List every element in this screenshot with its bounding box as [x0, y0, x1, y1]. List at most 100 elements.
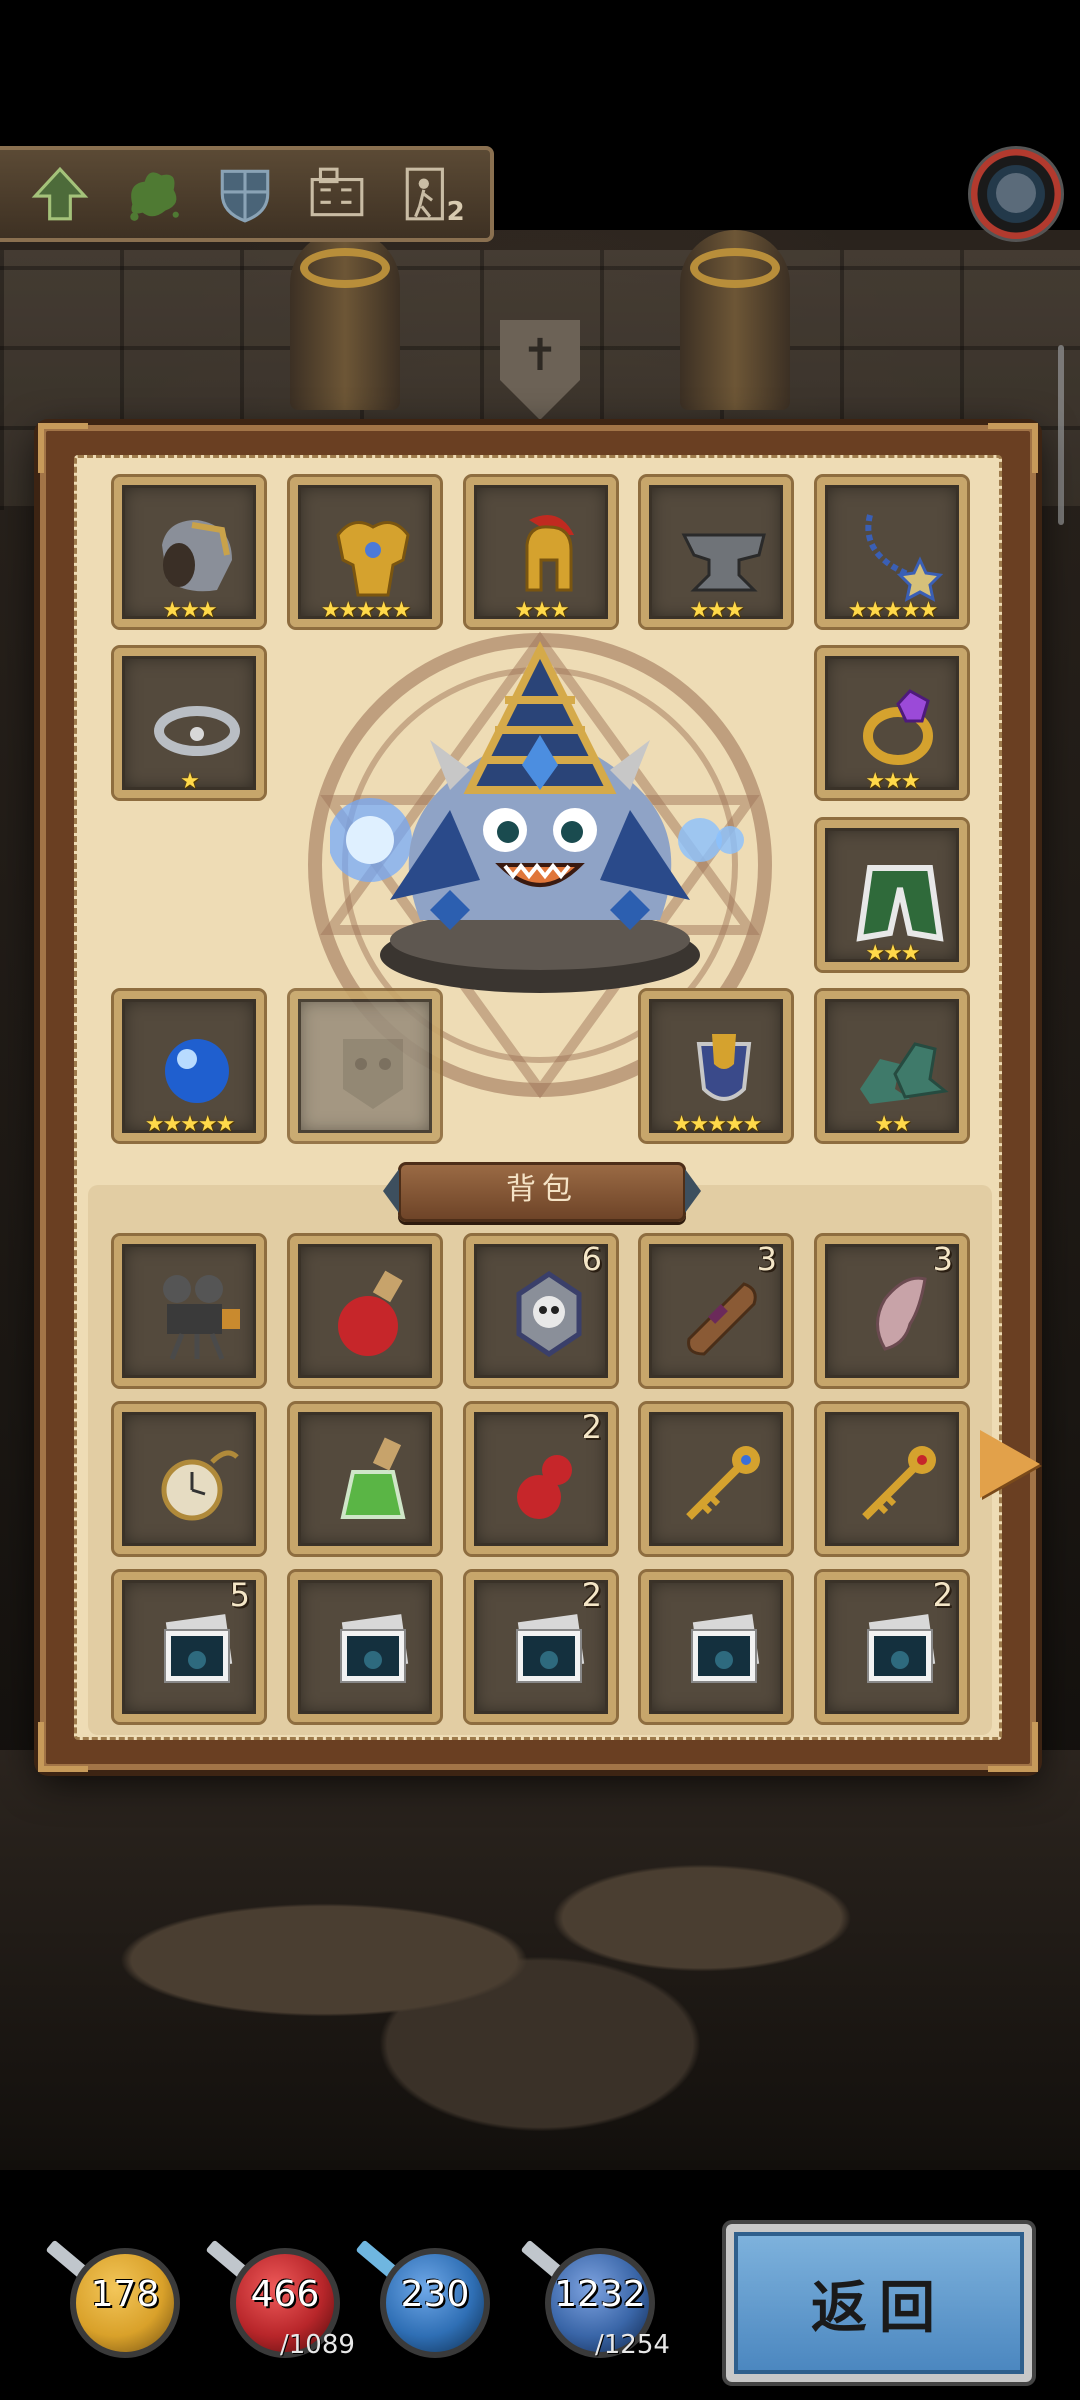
bag-item-photo-card[interactable]: 5: [111, 1569, 267, 1725]
pocket-watch-icon: [161, 1450, 239, 1521]
shield-button[interactable]: [210, 159, 280, 229]
orb-icon: [165, 1039, 229, 1103]
item-count: 3: [932, 1240, 953, 1278]
item-count: 2: [581, 1576, 602, 1614]
key-icon: [686, 1446, 760, 1520]
rubble-floor: [0, 1750, 1080, 2170]
star-rating: ★★: [874, 1112, 911, 1137]
next-page-arrow-icon[interactable]: [980, 1430, 1040, 1498]
resource-mana: 1232 /1254: [520, 2238, 670, 2360]
star-rating: ★★★★★: [671, 1112, 763, 1137]
map-button[interactable]: [302, 159, 372, 229]
star-rating: ★★★: [162, 598, 217, 623]
mana-max: /1254: [595, 2330, 670, 2360]
bag-title: 背包: [383, 1162, 701, 1222]
photo-card-icon: [164, 1614, 233, 1683]
resource-attack: 178: [45, 2238, 190, 2358]
red-potion-icon: [338, 1270, 403, 1356]
equip-slot-silver-ring[interactable]: ★: [111, 645, 267, 801]
resource-health: 466 /1089: [205, 2238, 355, 2360]
equip-slot-anvil[interactable]: ★★★: [638, 474, 794, 630]
equip-slot-blue-orb[interactable]: ★★★★★: [111, 988, 267, 1144]
equip-slot-fur-cloak[interactable]: ★★★: [814, 817, 970, 973]
bag-item-photo-card[interactable]: [638, 1569, 794, 1725]
splash-icon: [129, 172, 179, 221]
equip-slot-green-boots[interactable]: ★★: [814, 988, 970, 1144]
item-count: 5: [229, 1576, 250, 1614]
equip-slot-gem-ring[interactable]: ★★★: [814, 645, 970, 801]
empty-face-icon: [343, 1039, 403, 1109]
green-potion-icon: [340, 1437, 406, 1519]
quest-badge: 2: [446, 197, 465, 227]
star-rating: ★★★★★: [320, 598, 412, 623]
photo-card-icon: [867, 1614, 936, 1683]
shield-icon: [220, 169, 270, 223]
silver-ring-icon: [154, 706, 240, 756]
scroll-indicator: [1058, 345, 1064, 525]
ear-icon: [876, 1276, 927, 1351]
star-rating: ★★★★★: [144, 1112, 236, 1137]
item-count: 2: [581, 1408, 602, 1446]
health-value: 466: [250, 2274, 320, 2315]
health-max: /1089: [280, 2330, 355, 2360]
skull-emblem-icon: [516, 1270, 582, 1358]
bag-item-scroll[interactable]: 3: [638, 1233, 794, 1389]
magic-value: 230: [400, 2274, 470, 2315]
amulet-icon: [865, 514, 944, 602]
bag-item-pocket-watch[interactable]: [111, 1401, 267, 1557]
star-rating: ★★★: [865, 941, 920, 966]
slime-knight-monster: [330, 641, 744, 993]
gem-ring-icon: [863, 689, 933, 765]
photo-card-icon: [340, 1614, 409, 1683]
mana-value: 1232: [554, 2274, 646, 2315]
upgrade-button[interactable]: [25, 159, 95, 229]
bag-item-blue-key[interactable]: [638, 1401, 794, 1557]
splash-button[interactable]: [118, 159, 188, 229]
bag-item-red-potion[interactable]: [287, 1233, 443, 1389]
bag-item-elf-ear[interactable]: 3: [814, 1233, 970, 1389]
equip-slot-spartan-helmet[interactable]: ★★★: [463, 474, 619, 630]
pillar-right: [680, 230, 790, 410]
gourd-icon: [517, 1455, 572, 1519]
bag-item-skull-emblem[interactable]: 6: [463, 1233, 619, 1389]
resource-magic: 230: [355, 2238, 500, 2358]
photo-card-icon: [516, 1614, 585, 1683]
bag-item-film-camera[interactable]: [111, 1233, 267, 1389]
profile-avatar-button[interactable]: [968, 146, 1064, 242]
map-icon: [311, 167, 364, 217]
star-rating: ★: [180, 769, 200, 794]
equip-slot-trophy-badge[interactable]: ★★★★★: [638, 988, 794, 1144]
item-count: 2: [932, 1576, 953, 1614]
attack-value: 178: [90, 2274, 160, 2315]
quest-button[interactable]: 2: [395, 159, 465, 229]
bag-item-red-gourd[interactable]: 2: [463, 1401, 619, 1557]
bag-item-photo-card[interactable]: [287, 1569, 443, 1725]
scroll-icon: [687, 1282, 757, 1356]
bag-item-photo-card[interactable]: 2: [814, 1569, 970, 1725]
film-camera-icon: [163, 1275, 240, 1360]
bag-item-photo-card[interactable]: 2: [463, 1569, 619, 1725]
item-count: 6: [581, 1240, 602, 1278]
bag-item-green-potion[interactable]: [287, 1401, 443, 1557]
spartan-helmet-icon: [525, 515, 574, 592]
equip-slot-empty[interactable]: [287, 988, 443, 1144]
star-rating: ★★★: [689, 598, 744, 623]
golden-armor-icon: [336, 521, 410, 597]
bag-item-red-key[interactable]: [814, 1401, 970, 1557]
equip-slot-vambrace[interactable]: ★★★: [111, 474, 267, 630]
equip-slot-star-amulet[interactable]: ★★★★★: [814, 474, 970, 630]
star-rating: ★★★★★: [847, 598, 939, 623]
pillar-left: [290, 230, 400, 410]
avatar-face-icon: [996, 173, 1036, 213]
star-rating: ★★★: [865, 769, 920, 794]
top-toolbar: 2: [0, 146, 494, 242]
equip-slot-golden-armor[interactable]: ★★★★★: [287, 474, 443, 630]
item-count: 3: [756, 1240, 777, 1278]
return-button[interactable]: 返回: [726, 2224, 1032, 2382]
cloak-icon: [856, 865, 944, 942]
boots-icon: [860, 1042, 949, 1104]
photo-card-icon: [691, 1614, 760, 1683]
key-icon: [862, 1446, 936, 1520]
vambrace-icon: [162, 520, 232, 592]
up-arrow-icon: [31, 166, 89, 221]
